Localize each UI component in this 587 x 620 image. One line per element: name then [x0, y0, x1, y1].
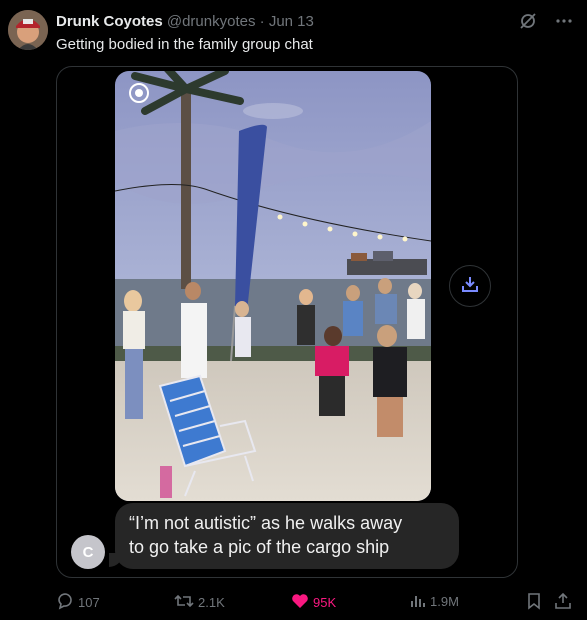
grok-icon[interactable]: [519, 12, 537, 35]
handle[interactable]: @drunkyotes: [167, 13, 256, 30]
message-line-1: “I’m not autistic” as he walks away: [129, 513, 403, 533]
repost-button[interactable]: 2.1K: [174, 592, 225, 613]
share-icon: [554, 592, 572, 613]
tweet-actions: 107 2.1K 95K 1.9M: [56, 592, 572, 612]
tweet-text: Getting bodied in the family group chat: [56, 36, 313, 53]
contact-avatar: C: [71, 535, 105, 569]
like-button[interactable]: 95K: [291, 592, 336, 613]
media-card[interactable]: C “I’m not autistic” as he walks away to…: [56, 66, 518, 578]
beach-photo[interactable]: [115, 71, 431, 501]
reply-button[interactable]: 107: [56, 592, 100, 613]
message-line-2: to go take a pic of the cargo ship: [129, 537, 390, 557]
message-bubble: “I’m not autistic” as he walks away to g…: [115, 503, 459, 569]
display-name[interactable]: Drunk Coyotes: [56, 13, 163, 30]
views-icon: [410, 592, 426, 611]
views-button[interactable]: 1.9M: [410, 592, 459, 611]
like-count: 95K: [313, 595, 337, 610]
share-button[interactable]: [554, 592, 572, 613]
separator: ·: [259, 13, 265, 30]
reply-icon: [56, 592, 74, 613]
tweet-date[interactable]: Jun 13: [269, 13, 314, 30]
views-count: 1.9M: [430, 594, 459, 609]
repost-icon: [174, 592, 194, 613]
bookmark-icon: [526, 592, 542, 613]
more-icon[interactable]: [555, 12, 573, 35]
avatar[interactable]: [8, 10, 48, 50]
repost-count: 2.1K: [198, 595, 225, 610]
top-right-actions: [519, 12, 573, 35]
tweet-header: Drunk Coyotes @drunkyotes · Jun 13: [56, 13, 314, 30]
download-icon: [460, 274, 480, 299]
reply-count: 107: [78, 595, 100, 610]
download-button[interactable]: [449, 265, 491, 307]
heart-icon: [291, 592, 309, 613]
bookmark-button[interactable]: [526, 592, 542, 613]
